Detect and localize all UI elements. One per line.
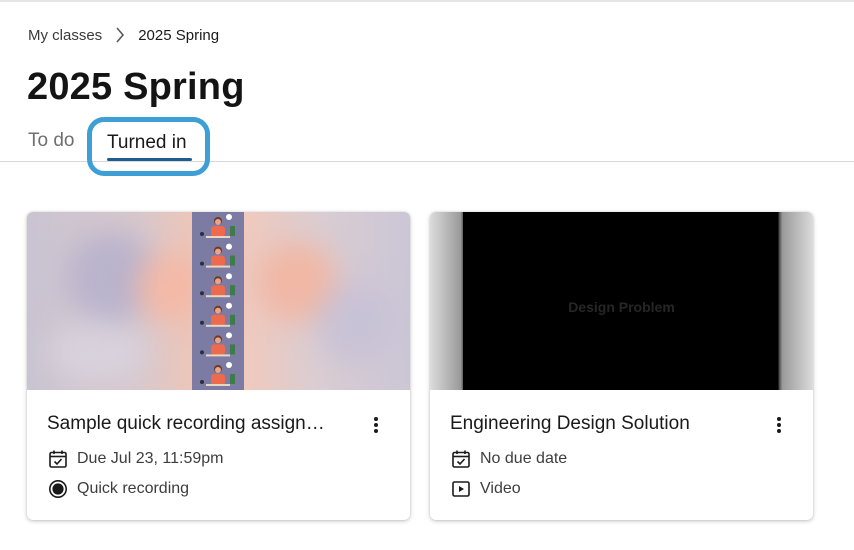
assignment-thumbnail: Design Problem: [430, 212, 813, 390]
assignment-type-row: Video: [450, 478, 521, 500]
active-tab-indicator: [107, 158, 192, 161]
page-title: 2025 Spring: [27, 66, 245, 108]
tab-bar: To do Turned in: [0, 116, 854, 176]
due-date-row: No due date: [450, 448, 567, 470]
tab-turned-in[interactable]: Turned in: [87, 117, 210, 176]
assignment-thumbnail: [27, 212, 410, 390]
due-date-text: No due date: [480, 450, 568, 467]
due-date-text: Due Jul 23, 11:59pm: [77, 450, 224, 467]
assignment-type-text: Quick recording: [77, 480, 190, 497]
chevron-right-icon: [102, 27, 138, 43]
video-play-icon: [450, 478, 472, 500]
assignment-card[interactable]: Sample quick recording assignm... Due Ju…: [27, 212, 410, 520]
assignment-card[interactable]: Design Problem Engineering Design Soluti…: [430, 212, 813, 520]
assignment-type-text: Video: [480, 480, 521, 497]
top-divider: [0, 0, 854, 2]
assignment-title: Engineering Design Solution: [450, 413, 690, 434]
video-filmstrip: [192, 212, 244, 390]
assignment-title: Sample quick recording assignm...: [47, 413, 337, 434]
breadcrumb-current: 2025 Spring: [138, 26, 220, 44]
more-options-icon[interactable]: [773, 415, 785, 435]
tab-to-do[interactable]: To do: [28, 130, 74, 152]
record-icon: [47, 478, 69, 500]
tab-turned-in-label: Turned in: [107, 132, 187, 153]
calendar-check-icon: [47, 448, 69, 470]
breadcrumb-my-classes-link[interactable]: My classes: [28, 27, 102, 44]
thumbnail-caption: Design Problem: [568, 299, 675, 315]
calendar-check-icon: [450, 448, 472, 470]
more-options-icon[interactable]: [370, 415, 382, 435]
breadcrumb: My classes 2025 Spring: [28, 25, 219, 45]
due-date-row: Due Jul 23, 11:59pm: [47, 448, 223, 470]
assignment-type-row: Quick recording: [47, 478, 189, 500]
